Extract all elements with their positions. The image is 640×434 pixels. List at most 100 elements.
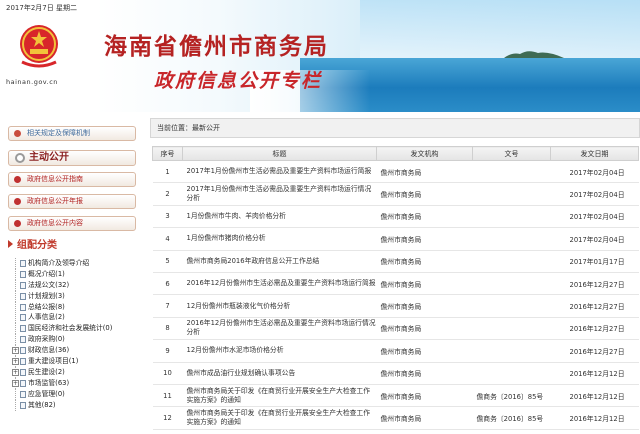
row-title-link[interactable]: 12月份儋州市瓶装液化气价格分析 <box>182 294 377 318</box>
row-title-link[interactable]: 1月份儋州市猪肉价格分析 <box>182 227 377 251</box>
sidebar-item-label: 政府信息公开指南 <box>27 175 83 183</box>
row-title-link[interactable]: 儋州市商务局关于印发《在商贸行业开展安全生产大检查工作实施方案》的通知 <box>182 384 377 408</box>
row-title-link[interactable]: 1月份儋州市牛肉、羊肉价格分析 <box>182 205 377 229</box>
page-icon <box>20 303 26 311</box>
tree-item[interactable]: + 民生建设(2) <box>8 366 148 378</box>
row-docno <box>472 317 551 341</box>
sidebar-item-label: 相关规定及保障机制 <box>27 129 90 137</box>
row-title-link[interactable]: 儋州市成品油行业规划确认事项公告 <box>182 362 377 385</box>
page-icon <box>20 260 26 267</box>
tree-item-label: 概况介绍(1) <box>28 269 65 278</box>
row-org: 儋州市商务局 <box>376 362 473 385</box>
tree-line <box>15 268 16 280</box>
tree-item[interactable]: 政府采购(0) <box>8 334 148 346</box>
tree-item-label: 国民经济和社会发展统计(0) <box>28 324 113 333</box>
row-title-link[interactable]: 儋州市商务局关于印发《在商贸行业开展安全生产大检查工作实施方案》的通知 <box>182 406 377 430</box>
row-number: 12 <box>152 406 183 430</box>
bullet-icon <box>14 176 21 183</box>
table-row: 3 1月份儋州市牛肉、羊肉价格分析 儋州市商务局 2017年02月04日 <box>152 205 639 229</box>
tree-line <box>15 279 16 291</box>
column-header-docno: 文号 <box>472 146 551 161</box>
tree-item[interactable]: + 市场监管(63) <box>8 377 148 389</box>
page-icon <box>20 270 26 278</box>
row-org: 儋州市商务局 <box>376 160 473 184</box>
table-row: 7 12月份儋州市瓶装液化气价格分析 儋州市商务局 2016年12月27日 <box>152 294 639 318</box>
page-icon <box>20 401 26 409</box>
row-title-link[interactable]: 2017年1月份儋州市生活必需品及重要生产资料市场运行简报 <box>182 160 377 184</box>
sidebar-item-annual-report[interactable]: 政府信息公开年报 <box>8 194 136 209</box>
table-row: 8 2016年12月份儋州市生活必需品及重要生产资料市场运行情况分析 儋州市商务局 2… <box>152 317 639 341</box>
row-org: 儋州市商务局 <box>376 294 473 318</box>
row-docno <box>472 294 551 318</box>
sidebar-item-label: 政府信息公开年报 <box>27 197 83 205</box>
row-title-link[interactable]: 2017年1月份儋州市生活必需品及重要生产资料市场运行情况分析 <box>182 182 377 206</box>
tree-item[interactable]: 应急管理(0) <box>8 388 148 400</box>
row-number: 5 <box>152 250 183 273</box>
row-date: 2017年01月17日 <box>550 250 639 273</box>
folder-node-icon[interactable]: + <box>12 379 19 387</box>
row-org: 儋州市商务局 <box>376 272 473 296</box>
row-number: 9 <box>152 339 183 363</box>
tree-line <box>15 399 16 411</box>
tree-item[interactable]: 国民经济和社会发展统计(0) <box>8 323 148 335</box>
tree-item[interactable]: 机构简介及领导介绍 <box>8 258 148 269</box>
category-title: 组配分类 <box>8 236 57 251</box>
tree-item-label: 总结公报(8) <box>28 302 65 311</box>
column-header-title: 标题 <box>182 146 377 161</box>
row-docno <box>472 250 551 273</box>
domain-label: hainan.gov.cn <box>6 78 58 86</box>
tree-item[interactable]: 总结公报(8) <box>8 301 148 313</box>
page-icon <box>20 368 26 376</box>
tree-item-label: 计划规划(3) <box>28 291 65 300</box>
row-number: 2 <box>152 182 183 206</box>
page-icon <box>20 347 26 355</box>
tree-item[interactable]: + 重大建设项目(1) <box>8 356 148 368</box>
gear-icon <box>15 153 25 163</box>
tree-item[interactable]: 其他(82) <box>8 399 148 411</box>
row-org: 儋州市商务局 <box>376 339 473 363</box>
table-row: 1 2017年1月份儋州市生活必需品及重要生产资料市场运行简报 儋州市商务局 2017… <box>152 160 639 184</box>
row-number: 11 <box>152 384 183 408</box>
tree-line <box>15 301 16 313</box>
folder-node-icon[interactable]: + <box>12 347 19 355</box>
table-row: 5 儋州市商务局2016年政府信息公开工作总结 儋州市商务局 2017年01月17日 <box>152 250 639 273</box>
table-row: 9 12月份儋州市水泥市场价格分析 儋州市商务局 2016年12月27日 <box>152 339 639 363</box>
row-title-link[interactable]: 12月份儋州市水泥市场价格分析 <box>182 339 377 363</box>
sidebar-item-guide[interactable]: 政府信息公开指南 <box>8 172 136 187</box>
sidebar: 相关规定及保障机制 主动公开 政府信息公开指南 政府信息公开年报 政府信息公开内… <box>0 118 148 434</box>
column-header-org: 发文机构 <box>376 146 473 161</box>
bullet-icon <box>14 130 21 137</box>
row-date: 2016年12月27日 <box>550 294 639 318</box>
row-docno: 儋商务〔2016〕85号 <box>472 406 551 430</box>
tree-line <box>15 334 16 346</box>
tree-item-label: 人事信息(2) <box>28 313 65 322</box>
row-title-link[interactable]: 2016年12月份儋州市生活必需品及重要生产资料市场运行简报 <box>182 272 377 296</box>
row-date: 2016年12月27日 <box>550 339 639 363</box>
page-icon <box>20 390 26 398</box>
tree-line <box>15 312 16 324</box>
row-title-link[interactable]: 2016年12月份儋州市生活必需品及重要生产资料市场运行情况分析 <box>182 317 377 341</box>
tree-item[interactable]: 法规公文(32) <box>8 279 148 291</box>
row-org: 儋州市商务局 <box>376 182 473 206</box>
row-title-link[interactable]: 儋州市商务局2016年政府信息公开工作总结 <box>182 250 377 273</box>
tree-item[interactable]: + 财政信息(36) <box>8 345 148 357</box>
sidebar-item-related-rules[interactable]: 相关规定及保障机制 <box>8 126 136 141</box>
row-org: 儋州市商务局 <box>376 227 473 251</box>
tree-item[interactable]: 概况介绍(1) <box>8 268 148 280</box>
table-row: 12 儋州市商务局关于印发《在商贸行业开展安全生产大检查工作实施方案》的通知 儋州市… <box>152 406 639 430</box>
breadcrumb: 当前位置：最新公开 <box>150 118 640 138</box>
tree-item-label: 机构简介及领导介绍 <box>28 259 90 267</box>
row-date: 2016年12月12日 <box>550 406 639 430</box>
row-date: 2017年02月04日 <box>550 227 639 251</box>
row-docno <box>472 339 551 363</box>
folder-node-icon[interactable]: + <box>12 368 19 376</box>
tree-item-label: 重大建设项目(1) <box>28 357 79 366</box>
folder-node-icon[interactable]: + <box>12 358 19 366</box>
section-main-open[interactable]: 主动公开 <box>8 150 136 166</box>
table-row: 4 1月份儋州市猪肉价格分析 儋州市商务局 2017年02月04日 <box>152 227 639 251</box>
tree-item[interactable]: 人事信息(2) <box>8 312 148 324</box>
tree-item[interactable]: 计划规划(3) <box>8 290 148 302</box>
main-content: 当前位置：最新公开 序号 标题 发文机构 文号 发文日期 1 2017年1月份儋州… <box>150 118 640 434</box>
column-header-no: 序号 <box>152 146 183 161</box>
sidebar-item-content[interactable]: 政府信息公开内容 <box>8 216 136 231</box>
